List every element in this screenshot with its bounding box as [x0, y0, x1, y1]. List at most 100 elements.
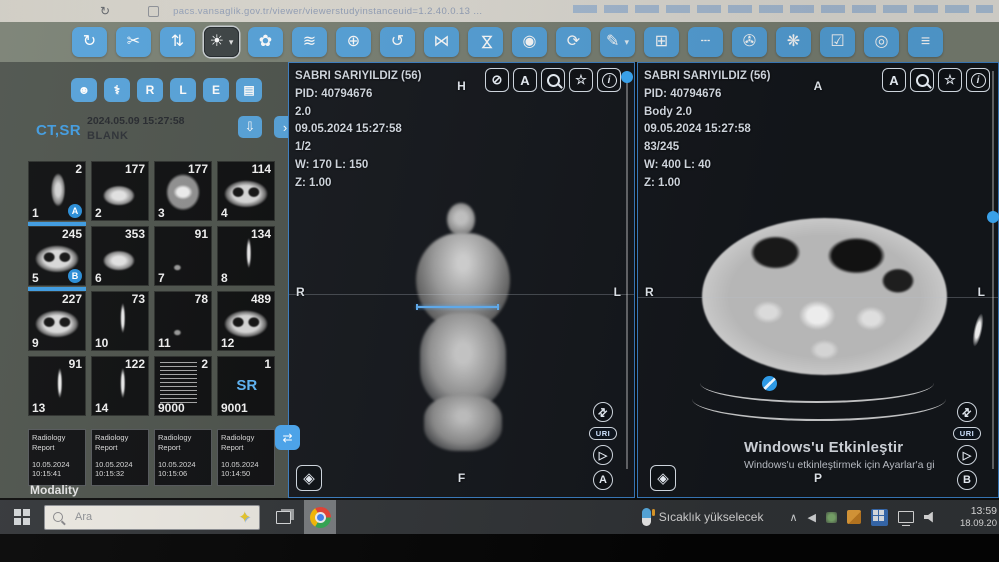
3d-cube-icon[interactable]: ◈: [650, 465, 676, 491]
thumbnail-badge: A: [68, 204, 82, 218]
tray-app-blue-icon[interactable]: [871, 509, 888, 526]
annotation-marker[interactable]: [762, 376, 777, 391]
scrollbar-thumb[interactable]: [621, 71, 633, 83]
start-button[interactable]: [0, 500, 44, 534]
uri-button[interactable]: URI: [589, 427, 617, 440]
site-info-icon[interactable]: [148, 6, 159, 17]
more-tools-button[interactable]: ┄ ▾: [688, 27, 723, 57]
thumbnail-9001[interactable]: 1 SR 9001: [217, 356, 275, 416]
bookmarks-bar[interactable]: [573, 5, 993, 13]
presets-button[interactable]: ◉ ▾: [512, 27, 547, 57]
tray-app-orange-icon[interactable]: [847, 510, 861, 524]
slice-counter: 1/2: [295, 139, 422, 157]
scrollbar-thumb[interactable]: [987, 211, 999, 223]
play-icon[interactable]: ▷: [957, 445, 977, 465]
network-icon[interactable]: [898, 511, 914, 523]
window-level-button[interactable]: ☀ ▾: [204, 27, 239, 57]
chrome-taskbar-button[interactable]: [304, 500, 336, 534]
download-button[interactable]: ⇩: [238, 116, 262, 138]
browser-refresh-icon[interactable]: ↻: [100, 5, 110, 17]
stack-letter-badge[interactable]: A: [593, 470, 613, 490]
viewport-coronal[interactable]: SABRI SARIYILDIZ (56) PID: 40794676 2.0 …: [288, 62, 635, 498]
zoom-in-button[interactable]: ⊕ ▾: [336, 27, 371, 57]
report-card-4[interactable]: Radiology Report 10.05.2024 10:14:50: [217, 429, 275, 486]
thumbnail-14[interactable]: 122 14: [91, 356, 149, 416]
url-text[interactable]: pacs.vansaglik.gov.tr/viewer/viewerstudy…: [173, 6, 482, 17]
menu-button[interactable]: ≡ ▾: [908, 27, 943, 57]
search-input[interactable]: [73, 510, 234, 524]
enhance-button[interactable]: ❋ ▾: [776, 27, 811, 57]
link-button[interactable]: ✇ ▾: [732, 27, 767, 57]
thumbnail-3[interactable]: 177 3: [154, 161, 212, 221]
annotation-lock-icon[interactable]: A: [513, 68, 537, 92]
refresh-button[interactable]: ↻ ▾: [72, 27, 107, 57]
thumbnail-1[interactable]: 2 1 A: [28, 161, 86, 221]
volume-icon[interactable]: [924, 512, 937, 523]
export-button[interactable]: ☑ ▾: [820, 27, 855, 57]
expand-series-button[interactable]: ›: [274, 116, 288, 138]
star-icon[interactable]: ☆: [569, 68, 593, 92]
info-icon[interactable]: i: [966, 68, 990, 92]
tray-app-green-icon[interactable]: [826, 512, 837, 523]
palette-button[interactable]: ✿ ▾: [248, 27, 283, 57]
tray-chevron-up-icon[interactable]: ∧: [789, 511, 797, 524]
flip-horizontal-button[interactable]: ⋈ ▾: [424, 27, 459, 57]
taskbar-search-box[interactable]: ✦: [44, 505, 260, 530]
3d-cube-icon[interactable]: ◈: [296, 465, 322, 491]
thumbnail-2[interactable]: 177 2: [91, 161, 149, 221]
play-icon[interactable]: ▷: [593, 445, 613, 465]
thumbnail-10[interactable]: 73 10: [91, 291, 149, 351]
report-card-1[interactable]: Radiology Report 10.05.2024 10:15:41: [28, 429, 86, 486]
magnifier-icon[interactable]: [910, 68, 934, 92]
task-view-button[interactable]: [268, 500, 298, 534]
flip-vertical-button[interactable]: ⋈ ▾: [468, 27, 503, 57]
clinical-filter-button[interactable]: ⚕: [104, 78, 130, 102]
thumbnail-4[interactable]: 114 4: [217, 161, 275, 221]
measure-button[interactable]: ✎ ▾: [600, 27, 635, 57]
settings-button[interactable]: ◎ ▾: [864, 27, 899, 57]
rotate-right-button[interactable]: ⟳ ▾: [556, 27, 591, 57]
tray-back-icon[interactable]: ◀: [808, 511, 816, 524]
pan-button[interactable]: ⇅ ▾: [160, 27, 195, 57]
uri-button[interactable]: URI: [953, 427, 981, 440]
slice-scrollbar[interactable]: [626, 71, 628, 469]
filter-l-button[interactable]: L: [170, 78, 196, 102]
slice-scrollbar[interactable]: [992, 71, 994, 469]
thumbnail-8[interactable]: 134 8: [217, 226, 275, 286]
layout-button[interactable]: ⊞ ▾: [644, 27, 679, 57]
report-card-3[interactable]: Radiology Report 10.05.2024 10:15:06: [154, 429, 212, 486]
magnifier-icon[interactable]: [541, 68, 565, 92]
slice-position-line[interactable]: [416, 306, 499, 308]
annotation-lock-icon[interactable]: A: [882, 68, 906, 92]
thumbnail-11[interactable]: 78 11: [154, 291, 212, 351]
viewport-axial[interactable]: SABRI SARIYILDIZ (56) PID: 40794676 Body…: [637, 62, 999, 498]
filter-r-button[interactable]: R: [137, 78, 163, 102]
thumbnail-5[interactable]: 245 5 B: [28, 226, 86, 286]
cut-button[interactable]: ✂ ▾: [116, 27, 151, 57]
collapse-panel-button[interactable]: ⇄: [275, 425, 300, 450]
info-icon[interactable]: i: [597, 68, 621, 92]
browser-address-bar[interactable]: ↻ pacs.vansaglik.gov.tr/viewer/viewerstu…: [0, 0, 999, 22]
thumbnail-13[interactable]: 91 13: [28, 356, 86, 416]
filter-e-button[interactable]: E: [203, 78, 229, 102]
report-card-2[interactable]: Radiology Report 10.05.2024 10:15:32: [91, 429, 149, 486]
viewport-side-stack: ⇄ URI ▷ B: [953, 402, 981, 490]
report-date: 10.05.2024: [32, 460, 82, 470]
layers-button[interactable]: ≋ ▾: [292, 27, 327, 57]
thumbnail-9000[interactable]: 2 9000: [154, 356, 212, 416]
shuffle-icon[interactable]: ⇄: [593, 402, 613, 422]
report-filter-button[interactable]: ▤: [236, 78, 262, 102]
copilot-sparkle-icon[interactable]: ✦: [238, 508, 251, 526]
annotation-off-icon[interactable]: ⊘: [485, 68, 509, 92]
weather-widget[interactable]: Sıcaklık yükselecek: [642, 508, 764, 526]
rotate-left-button[interactable]: ↺ ▾: [380, 27, 415, 57]
thumbnail-7[interactable]: 91 7: [154, 226, 212, 286]
shuffle-icon[interactable]: ⇄: [957, 402, 977, 422]
patient-filter-button[interactable]: ☻: [71, 78, 97, 102]
thumbnail-12[interactable]: 489 12: [217, 291, 275, 351]
stack-letter-badge[interactable]: B: [957, 470, 977, 490]
thumbnail-6[interactable]: 353 6: [91, 226, 149, 286]
star-icon[interactable]: ☆: [938, 68, 962, 92]
thumbnail-9[interactable]: 227 9: [28, 291, 86, 351]
taskbar-clock[interactable]: 13:59 18.09.20: [951, 505, 997, 530]
